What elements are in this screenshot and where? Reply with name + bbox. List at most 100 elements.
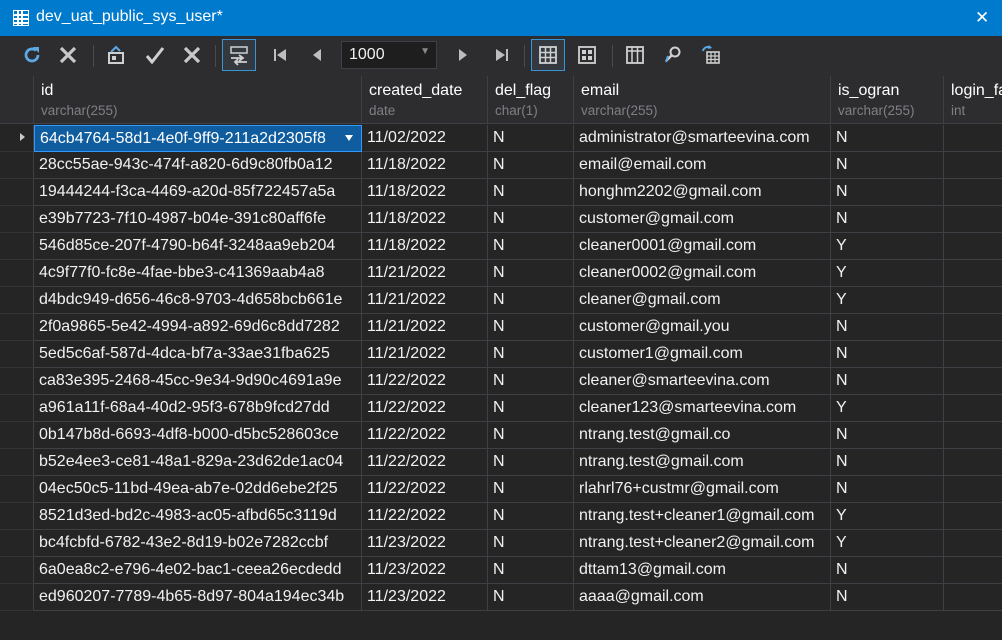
row-header[interactable] bbox=[0, 179, 34, 206]
prev-page-icon[interactable] bbox=[300, 39, 334, 71]
col-id-cell[interactable]: 4c9f77f0-fc8e-4fae-bbe3-c41369aab4a8 bbox=[34, 260, 362, 287]
col-is-ogran-cell[interactable]: N bbox=[831, 449, 944, 476]
col-created-date-cell[interactable]: 11/21/2022 bbox=[362, 314, 488, 341]
col-is-ogran-cell[interactable]: N bbox=[831, 152, 944, 179]
col-email-cell[interactable]: customer@gmail.you bbox=[574, 314, 831, 341]
col-created-date-cell[interactable]: 11/23/2022 bbox=[362, 584, 488, 611]
table-row[interactable]: 546d85ce-207f-4790-b64f-3248aa9eb204 11/1… bbox=[0, 233, 1002, 260]
col-is-ogran-cell[interactable]: Y bbox=[831, 233, 944, 260]
col-login-fa-cell[interactable] bbox=[944, 422, 1002, 449]
col-del-flag-cell[interactable]: N bbox=[488, 179, 574, 206]
table-row[interactable]: a961a11f-68a4-40d2-95f3-678b9fcd27dd 11/2… bbox=[0, 395, 1002, 422]
col-created-date-cell[interactable]: 11/21/2022 bbox=[362, 260, 488, 287]
row-header[interactable] bbox=[0, 476, 34, 503]
col-created-date-cell[interactable]: 11/23/2022 bbox=[362, 557, 488, 584]
col-created-date-cell[interactable]: 11/23/2022 bbox=[362, 530, 488, 557]
col-is-ogran-cell[interactable]: N bbox=[831, 557, 944, 584]
chevron-down-icon[interactable] bbox=[345, 135, 353, 141]
col-del-flag-cell[interactable]: N bbox=[488, 206, 574, 233]
col-id-cell[interactable]: bc4fcbfd-6782-43e2-8d19-b02e7282ccbf bbox=[34, 530, 362, 557]
row-header[interactable] bbox=[0, 260, 34, 287]
col-id-cell[interactable]: 0b147b8d-6693-4df8-b000-d5bc528603ce bbox=[34, 422, 362, 449]
results-grid[interactable]: id varchar(255) created_date date del_flag ch… bbox=[0, 76, 1002, 640]
col-del-flag-header[interactable]: del_flag char(1) bbox=[488, 76, 574, 124]
row-header[interactable] bbox=[0, 341, 34, 368]
row-header[interactable] bbox=[0, 233, 34, 260]
col-del-flag-cell[interactable]: N bbox=[488, 233, 574, 260]
col-login-fa-header[interactable]: login_fa int bbox=[944, 76, 1002, 124]
col-login-fa-cell[interactable] bbox=[944, 233, 1002, 260]
discard-icon[interactable] bbox=[175, 39, 209, 71]
row-header[interactable] bbox=[0, 584, 34, 611]
col-created-date-cell[interactable]: 11/22/2022 bbox=[362, 422, 488, 449]
table-row[interactable]: 28cc55ae-943c-474f-a820-6d9c80fb0a12 11/1… bbox=[0, 152, 1002, 179]
col-created-date-cell[interactable]: 11/22/2022 bbox=[362, 449, 488, 476]
col-del-flag-cell[interactable]: N bbox=[488, 125, 574, 152]
col-id-cell[interactable]: e39b7723-7f10-4987-b04e-391c80aff6fe bbox=[34, 206, 362, 233]
col-created-date-cell[interactable]: 11/22/2022 bbox=[362, 368, 488, 395]
last-page-icon[interactable] bbox=[485, 39, 519, 71]
col-id-cell[interactable]: 546d85ce-207f-4790-b64f-3248aa9eb204 bbox=[34, 233, 362, 260]
col-email-cell[interactable]: email@email.com bbox=[574, 152, 831, 179]
col-is-ogran-cell[interactable]: Y bbox=[831, 503, 944, 530]
col-is-ogran-cell[interactable]: Y bbox=[831, 395, 944, 422]
col-created-date-cell[interactable]: 11/22/2022 bbox=[362, 395, 488, 422]
col-del-flag-cell[interactable]: N bbox=[488, 152, 574, 179]
row-header[interactable] bbox=[0, 449, 34, 476]
col-login-fa-cell[interactable] bbox=[944, 341, 1002, 368]
row-header[interactable] bbox=[0, 422, 34, 449]
col-login-fa-cell[interactable] bbox=[944, 206, 1002, 233]
col-email-cell[interactable]: aaaa@gmail.com bbox=[574, 584, 831, 611]
col-login-fa-cell[interactable] bbox=[944, 260, 1002, 287]
table-row[interactable]: 0b147b8d-6693-4df8-b000-d5bc528603ce 11/2… bbox=[0, 422, 1002, 449]
row-header[interactable] bbox=[0, 503, 34, 530]
col-email-cell[interactable]: cleaner0001@gmail.com bbox=[574, 233, 831, 260]
table-row[interactable]: ca83e395-2468-45cc-9e34-9d90c4691a9e 11/2… bbox=[0, 368, 1002, 395]
row-header[interactable] bbox=[0, 530, 34, 557]
grid-view-icon[interactable] bbox=[531, 39, 565, 71]
col-del-flag-cell[interactable]: N bbox=[488, 287, 574, 314]
row-header[interactable] bbox=[0, 152, 34, 179]
col-login-fa-cell[interactable] bbox=[944, 314, 1002, 341]
col-is-ogran-cell[interactable]: N bbox=[831, 422, 944, 449]
table-row[interactable]: bc4fcbfd-6782-43e2-8d19-b02e7282ccbf 11/2… bbox=[0, 530, 1002, 557]
col-email-cell[interactable]: rlahrl76+custmr@gmail.com bbox=[574, 476, 831, 503]
col-is-ogran-cell[interactable]: N bbox=[831, 341, 944, 368]
col-id-cell[interactable]: 8521d3ed-bd2c-4983-ac05-afbd65c3119d bbox=[34, 503, 362, 530]
col-email-cell[interactable]: cleaner123@smarteevina.com bbox=[574, 395, 831, 422]
table-row[interactable]: 19444244-f3ca-4469-a20d-85f722457a5a 11/1… bbox=[0, 179, 1002, 206]
col-id-cell[interactable]: 2f0a9865-5e42-4994-a892-69d6c8dd7282 bbox=[34, 314, 362, 341]
col-created-date-cell[interactable]: 11/21/2022 bbox=[362, 287, 488, 314]
row-header[interactable] bbox=[0, 125, 34, 152]
col-is-ogran-cell[interactable]: N bbox=[831, 476, 944, 503]
col-created-date-cell[interactable]: 11/18/2022 bbox=[362, 179, 488, 206]
row-header[interactable] bbox=[0, 206, 34, 233]
col-email-cell[interactable]: customer1@gmail.com bbox=[574, 341, 831, 368]
col-created-date-header[interactable]: created_date date bbox=[362, 76, 488, 124]
col-is-ogran-header[interactable]: is_ogran varchar(255) bbox=[831, 76, 944, 124]
col-is-ogran-cell[interactable]: Y bbox=[831, 530, 944, 557]
col-email-header[interactable]: email varchar(255) bbox=[574, 76, 831, 124]
col-id-cell[interactable]: 19444244-f3ca-4469-a20d-85f722457a5a bbox=[34, 179, 362, 206]
col-del-flag-cell[interactable]: N bbox=[488, 557, 574, 584]
table-row[interactable]: 6a0ea8c2-e796-4e02-bac1-ceea26ecdedd 11/2… bbox=[0, 557, 1002, 584]
columns-icon[interactable] bbox=[618, 39, 652, 71]
col-email-cell[interactable]: cleaner@smarteevina.com bbox=[574, 368, 831, 395]
row-header[interactable] bbox=[0, 395, 34, 422]
table-row[interactable]: 4c9f77f0-fc8e-4fae-bbe3-c41369aab4a8 11/2… bbox=[0, 260, 1002, 287]
export-icon[interactable] bbox=[694, 39, 728, 71]
table-row[interactable]: 04ec50c5-11bd-49ea-ab7e-02dd6ebe2f25 11/2… bbox=[0, 476, 1002, 503]
chevron-down-icon[interactable]: ▼ bbox=[420, 46, 430, 57]
col-del-flag-cell[interactable]: N bbox=[488, 368, 574, 395]
first-page-icon[interactable] bbox=[263, 39, 297, 71]
col-id-cell[interactable]: 04ec50c5-11bd-49ea-ab7e-02dd6ebe2f25 bbox=[34, 476, 362, 503]
col-login-fa-cell[interactable] bbox=[944, 287, 1002, 314]
refresh-icon[interactable] bbox=[15, 39, 49, 71]
filter-icon[interactable] bbox=[656, 39, 690, 71]
col-email-cell[interactable]: administrator@smarteevina.com bbox=[574, 125, 831, 152]
table-row[interactable]: 64cb4764-58d1-4e0f-9ff9-211a2d2305f8 11/0… bbox=[0, 125, 1002, 152]
col-is-ogran-cell[interactable]: N bbox=[831, 368, 944, 395]
col-login-fa-cell[interactable] bbox=[944, 557, 1002, 584]
col-del-flag-cell[interactable]: N bbox=[488, 341, 574, 368]
col-email-cell[interactable]: customer@gmail.com bbox=[574, 206, 831, 233]
